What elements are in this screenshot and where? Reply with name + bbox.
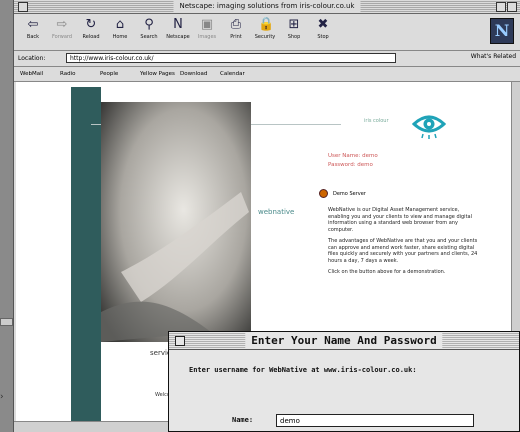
whats-related-button[interactable]: What's Related xyxy=(471,53,516,60)
dialog-title: Enter Your Name And Password xyxy=(245,332,443,349)
personal-toolbar: WebMail Radio People Yellow Pages Download Ca… xyxy=(14,67,520,82)
toolbar-button-label[interactable]: Print xyxy=(223,34,249,40)
teal-stripe xyxy=(71,87,101,422)
collapse-box[interactable] xyxy=(507,2,517,12)
toolbar-button-netscape[interactable]: N Netscape xyxy=(165,17,191,40)
toolbar-button-label[interactable]: Forward xyxy=(49,34,75,40)
reload-icon[interactable]: ↻ xyxy=(84,17,98,33)
bookmark-people[interactable]: People xyxy=(100,71,118,77)
bookmark-download[interactable]: Download xyxy=(180,71,207,77)
print-icon[interactable]: ⎙ xyxy=(229,17,243,33)
home-icon[interactable]: ⌂ xyxy=(113,17,127,33)
location-bar: Location: http://www.iris-colour.co.uk/ … xyxy=(14,51,520,67)
password-hint: Password: demo xyxy=(328,162,373,168)
brand-logo-text: iris colour xyxy=(364,118,389,124)
name-input[interactable]: demo xyxy=(276,414,474,427)
demo-button-icon[interactable] xyxy=(319,189,328,198)
demo-server-button[interactable]: Demo Server xyxy=(319,189,366,198)
toolbar-button-label[interactable]: Home xyxy=(107,34,133,40)
close-box[interactable] xyxy=(18,2,28,12)
lock-icon[interactable]: 🔒 xyxy=(258,17,274,33)
demo-server-label[interactable]: Demo Server xyxy=(333,191,366,197)
toolbar-button-shop[interactable]: ⊞ Shop xyxy=(281,17,307,40)
dialog-close-box[interactable] xyxy=(175,336,185,346)
paragraph: The advantages of WebNative are that you… xyxy=(328,238,478,264)
name-label: Name: xyxy=(232,416,254,424)
demo-credentials: User Name: demo Password: demo xyxy=(328,152,378,170)
toolbar-button-images[interactable]: ▣ Images xyxy=(194,17,220,40)
toolbar-button-label[interactable]: Netscape xyxy=(165,34,191,40)
netscape-throbber-icon[interactable]: N xyxy=(490,18,514,44)
stop-icon[interactable]: ✖ xyxy=(316,17,330,33)
product-name: webnative xyxy=(258,208,295,216)
zoom-box[interactable] xyxy=(496,2,506,12)
location-label: Location: xyxy=(18,55,46,62)
toolbar-button-label[interactable]: Search xyxy=(136,34,162,40)
url-field[interactable]: http://www.iris-colour.co.uk/ xyxy=(66,53,396,63)
toolbar-button-label[interactable]: Images xyxy=(194,34,220,40)
title-bar[interactable]: Netscape: imaging solutions from iris-co… xyxy=(14,0,520,14)
toolbar-button-label[interactable]: Reload xyxy=(78,34,104,40)
bookmark-webmail[interactable]: WebMail xyxy=(20,71,43,77)
toolbar-button-label[interactable]: Back xyxy=(20,34,46,40)
back-arrow-icon[interactable]: ⇦ xyxy=(26,17,40,33)
toolbar-button-security[interactable]: 🔒 Security xyxy=(252,17,278,40)
dialog-title-bar[interactable]: Enter Your Name And Password xyxy=(169,332,519,350)
dialog-prompt: Enter username for WebNative at www.iris… xyxy=(189,366,417,374)
bookmark-calendar[interactable]: Calendar xyxy=(220,71,245,77)
toolbar-button-print[interactable]: ⎙ Print xyxy=(223,17,249,40)
toolbar-button-label[interactable]: Shop xyxy=(281,34,307,40)
paragraph: WebNative is our Digital Asset Managemen… xyxy=(328,207,472,233)
bookmark-yellow-pages[interactable]: Yellow Pages xyxy=(140,71,175,77)
iris-eye-logo-icon xyxy=(412,115,446,139)
paragraph: Click on the button above for a demonstr… xyxy=(328,269,446,275)
images-icon[interactable]: ▣ xyxy=(200,17,214,33)
chevron-right-icon: › xyxy=(0,392,4,402)
toolbar-button-home[interactable]: ⌂ Home xyxy=(107,17,133,40)
desktop-window-edge xyxy=(0,318,13,326)
netscape-n-icon[interactable]: N xyxy=(171,17,185,33)
toolbar-button-search[interactable]: ⚲ Search xyxy=(136,17,162,40)
shop-icon[interactable]: ⊞ xyxy=(287,17,301,33)
toolbar-button-back[interactable]: ⇦ Back xyxy=(20,17,46,40)
window-title: Netscape: imaging solutions from iris-co… xyxy=(173,0,361,13)
navigation-toolbar: ⇦ Back ⇨ Forward ↻ Reload ⌂ Home ⚲ Search N Netscap… xyxy=(14,14,520,51)
toolbar-button-label[interactable]: Security xyxy=(252,34,278,40)
toolbar-button-label[interactable]: Stop xyxy=(310,34,336,40)
toolbar-button-forward[interactable]: ⇨ Forward xyxy=(49,17,75,40)
product-description: WebNative is our Digital Asset Managemen… xyxy=(328,207,478,281)
bookmark-radio[interactable]: Radio xyxy=(60,71,75,77)
toolbar-button-stop[interactable]: ✖ Stop xyxy=(310,17,336,40)
forward-arrow-icon[interactable]: ⇨ xyxy=(55,17,69,33)
hand-photo xyxy=(101,102,251,342)
toolbar-button-reload[interactable]: ↻ Reload xyxy=(78,17,104,40)
username-hint: User Name: demo xyxy=(328,153,378,159)
password-dialog: Enter Your Name And Password Enter usern… xyxy=(168,331,520,432)
search-icon[interactable]: ⚲ xyxy=(142,17,156,33)
